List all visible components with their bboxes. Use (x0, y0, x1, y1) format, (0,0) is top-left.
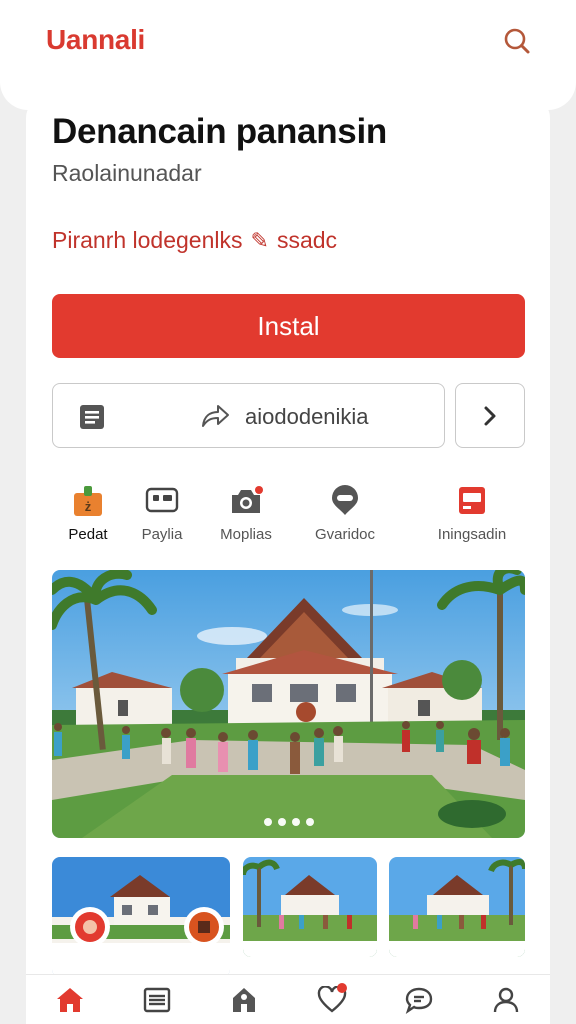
carousel-dot[interactable] (263, 818, 272, 826)
gift-icon: ż (74, 486, 102, 516)
app-tag[interactable]: Piranrh lodegenlks ✎ ssadc (52, 227, 337, 254)
camera-icon (232, 486, 263, 513)
category-iningsadin[interactable]: Iningsadin (422, 484, 522, 543)
box-icon (459, 487, 485, 514)
nav-tag[interactable] (201, 975, 288, 1024)
list-icon (143, 987, 171, 1012)
pencil-icon: ✎ (250, 227, 269, 253)
carousel-dots[interactable] (52, 818, 525, 826)
top-bar: Uannali (0, 0, 576, 110)
svg-text:ż: ż (85, 499, 92, 514)
search-button[interactable] (500, 24, 534, 58)
category-gvaridoc[interactable]: Gvaridoc (295, 484, 395, 543)
category-label: Iningsadin (437, 526, 507, 543)
search-icon (504, 28, 530, 54)
message-icon (405, 987, 433, 1014)
home-icon (56, 987, 83, 1012)
share-label: aiododenikia (245, 404, 369, 429)
app-tag-label: Piranrh lodegenlks (52, 227, 243, 253)
photo-carousel[interactable] (52, 570, 525, 838)
share-icon (202, 405, 229, 427)
carousel-dot[interactable] (277, 818, 286, 826)
nav-list[interactable] (113, 975, 200, 1024)
thumbnail-photo (243, 857, 377, 957)
carousel-dot[interactable] (291, 818, 300, 826)
bottom-nav (26, 974, 550, 1024)
app-title: Denancain panansin (52, 112, 387, 151)
carousel-dot[interactable] (305, 818, 314, 826)
profile-icon (494, 987, 519, 1012)
share-button[interactable]: aiododenikia (52, 383, 445, 448)
category-label: Gvaridoc (314, 526, 376, 543)
thumbnail[interactable] (52, 857, 230, 977)
hero-photo (52, 570, 525, 838)
nav-home[interactable] (26, 975, 113, 1024)
thumbnail-photo (389, 857, 525, 957)
chevron-right-icon (484, 406, 496, 425)
thumbnail[interactable] (243, 857, 377, 957)
app-subtitle: Raolainunadar (52, 160, 202, 186)
chat-icon (332, 485, 358, 515)
next-button[interactable] (455, 383, 525, 448)
app-tag-suffix: ssadc (276, 227, 338, 253)
category-moplias[interactable]: Moplias (196, 484, 296, 543)
tag-icon (233, 987, 256, 1012)
thumbnail-photo (52, 857, 230, 977)
document-icon (80, 405, 104, 429)
category-label: Moplias (220, 526, 272, 543)
thumbnail[interactable] (389, 857, 525, 957)
nav-favorites[interactable] (288, 975, 375, 1024)
brand-logo[interactable]: Uannali (46, 24, 145, 56)
card-icon (145, 487, 179, 513)
install-button[interactable]: Instal (52, 294, 525, 358)
nav-profile[interactable] (463, 975, 550, 1024)
nav-messages[interactable] (375, 975, 462, 1024)
